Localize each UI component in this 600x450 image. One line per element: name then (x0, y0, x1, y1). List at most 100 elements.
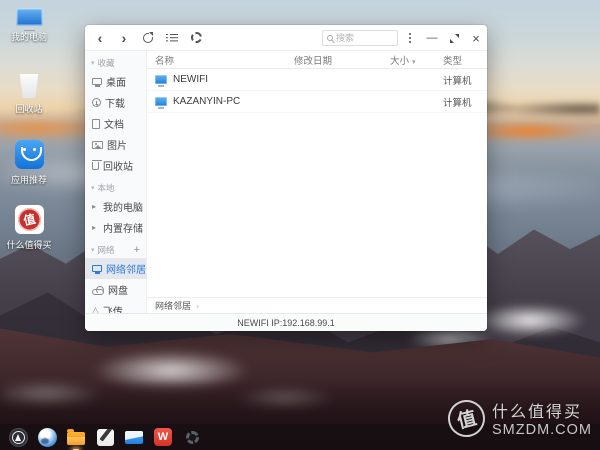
smzdm-seal-glyph: 值 (15, 205, 43, 234)
sidebar: ▾ 收藏 桌面 下载 文档 图片 回收站 ▾ 本地 ▸ 我的电脑 ▸ 内置存储 … (85, 51, 147, 318)
breadcrumb-current[interactable]: 网络邻居 (155, 299, 191, 312)
browser-globe-icon (37, 427, 57, 447)
cloud-icon (92, 288, 104, 295)
forward-button[interactable]: › (115, 29, 133, 47)
section-label: 收藏 (97, 58, 115, 68)
sidebar-item-label: 图片 (107, 141, 127, 152)
dock-mail[interactable] (124, 427, 144, 447)
desktop-icon-my-computer[interactable]: 我的电脑 (0, 8, 58, 43)
maximize-button[interactable] (443, 27, 465, 49)
dock-control-center[interactable] (182, 427, 202, 447)
search-box[interactable] (322, 30, 398, 46)
dock-draw-editor[interactable] (95, 427, 115, 447)
file-manager-window: ‹ › — × ▾ 收藏 桌面 (85, 25, 487, 331)
list-header: 名称 修改日期 大小 ▾ 类型 (147, 51, 487, 69)
section-label: 本地 (97, 183, 115, 193)
section-label: 网络 (97, 245, 115, 255)
watermark-text: 什么值得买 SMZDM.COM (492, 398, 592, 438)
desktop-icon-app-store[interactable]: 应用推荐 (0, 140, 58, 186)
sidebar-item-trash[interactable]: 回收站 (85, 155, 146, 176)
sort-caret-icon: ▾ (412, 58, 416, 66)
gear-icon (190, 32, 202, 43)
collapse-caret-icon: ▾ (91, 60, 95, 67)
close-button[interactable]: × (465, 27, 487, 49)
collapse-caret-icon: ▾ (91, 185, 95, 192)
sidebar-item-my-computer[interactable]: ▸ 我的电脑 (85, 196, 146, 217)
file-row-kazanyin-pc[interactable]: KAZANYIN-PC 计算机 (147, 91, 487, 113)
download-icon (92, 98, 101, 107)
list-view-icon (166, 33, 178, 36)
list-view-button[interactable] (163, 29, 181, 47)
file-type: 计算机 (443, 97, 472, 109)
expand-arrow-icon[interactable]: ▸ (92, 202, 96, 211)
column-name[interactable]: 名称 (155, 53, 174, 67)
dock-wps-office[interactable]: W (153, 427, 173, 447)
search-input[interactable] (336, 33, 393, 43)
file-name: KAZANYIN-PC (173, 96, 241, 107)
recycle-bin-icon (19, 74, 39, 98)
view-settings-button[interactable] (187, 29, 205, 47)
sidebar-item-network-neighborhood[interactable]: 网络邻居 (85, 258, 146, 279)
add-network-button[interactable]: + (134, 244, 140, 256)
desktop-icon-label: 应用推荐 (10, 175, 47, 185)
column-size[interactable]: 大小 ▾ (390, 53, 416, 67)
smzdm-watermark: 值 什么值得买 SMZDM.COM (444, 395, 592, 441)
dock-file-manager[interactable] (66, 427, 86, 450)
wps-icon: W (154, 428, 172, 446)
computer-icon (155, 97, 167, 109)
file-row-newifi[interactable]: NEWIFI 计算机 (147, 69, 487, 91)
sidebar-item-label: 回收站 (103, 162, 133, 173)
file-list: 名称 修改日期 大小 ▾ 类型 NEWIFI 计算机 KAZANYIN-PC 计算… (147, 51, 487, 297)
watermark-site: SMZDM.COM (491, 422, 592, 438)
menu-button[interactable] (399, 27, 421, 49)
document-icon (92, 118, 100, 129)
sidebar-item-desktop[interactable]: 桌面 (85, 71, 146, 92)
sidebar-item-cloud-disk[interactable]: 网盘 (85, 279, 146, 300)
watermark-title: 什么值得买 (491, 404, 582, 421)
smzdm-icon: 值 (14, 205, 44, 234)
column-type[interactable]: 类型 (443, 53, 462, 67)
computer-icon (155, 75, 167, 87)
sidebar-item-label: 下载 (105, 99, 125, 110)
breadcrumb: 网络邻居 › (147, 297, 487, 313)
settings-gear-icon (185, 430, 199, 444)
status-text: NEWIFI IP:192.168.99.1 (237, 317, 335, 328)
sidebar-section-favorites[interactable]: ▾ 收藏 (85, 55, 146, 71)
file-name: NEWIFI (173, 74, 208, 85)
dock-launcher[interactable] (8, 427, 28, 447)
sidebar-item-internal-storage[interactable]: ▸ 内置存储 (85, 217, 146, 238)
sidebar-item-downloads[interactable]: 下载 (85, 92, 146, 113)
dock-browser[interactable] (37, 427, 57, 447)
refresh-icon (143, 31, 154, 43)
desktop: 我的电脑 回收站 应用推荐 值 什么值得买 ‹ › — × (0, 0, 600, 450)
back-button[interactable]: ‹ (91, 29, 109, 47)
desktop-icon-label: 什么值得买 (6, 240, 52, 250)
sidebar-item-label: 桌面 (106, 78, 126, 89)
window-toolbar: ‹ › — × (85, 25, 487, 51)
sidebar-item-documents[interactable]: 文档 (85, 113, 146, 134)
watermark-seal-icon: 值 (444, 395, 489, 441)
sidebar-section-local[interactable]: ▾ 本地 (85, 180, 146, 196)
sidebar-section-network[interactable]: ▾ 网络 + (85, 242, 146, 258)
desktop-folder-icon (92, 78, 102, 87)
sidebar-item-label: 我的电脑 (103, 203, 144, 214)
launcher-icon (8, 427, 28, 447)
mail-envelope-icon (125, 430, 143, 444)
picture-icon (92, 140, 103, 149)
status-bar: NEWIFI IP:192.168.99.1 (85, 313, 487, 331)
search-icon (327, 35, 333, 41)
file-type: 计算机 (443, 75, 472, 87)
pen-document-icon (96, 428, 114, 446)
crumb-separator-icon: › (196, 300, 200, 311)
sidebar-item-label: 文档 (104, 120, 124, 131)
folder-icon (67, 429, 85, 445)
collapse-caret-icon: ▾ (91, 247, 95, 254)
trash-icon (91, 160, 102, 170)
desktop-icon-recycle-bin[interactable]: 回收站 (0, 74, 58, 115)
column-date-modified[interactable]: 修改日期 (294, 53, 332, 67)
desktop-icon-smzdm[interactable]: 值 什么值得买 (0, 205, 58, 251)
refresh-button[interactable] (139, 29, 157, 47)
minimize-button[interactable]: — (421, 27, 443, 49)
expand-arrow-icon[interactable]: ▸ (92, 223, 96, 232)
sidebar-item-pictures[interactable]: 图片 (85, 134, 146, 155)
